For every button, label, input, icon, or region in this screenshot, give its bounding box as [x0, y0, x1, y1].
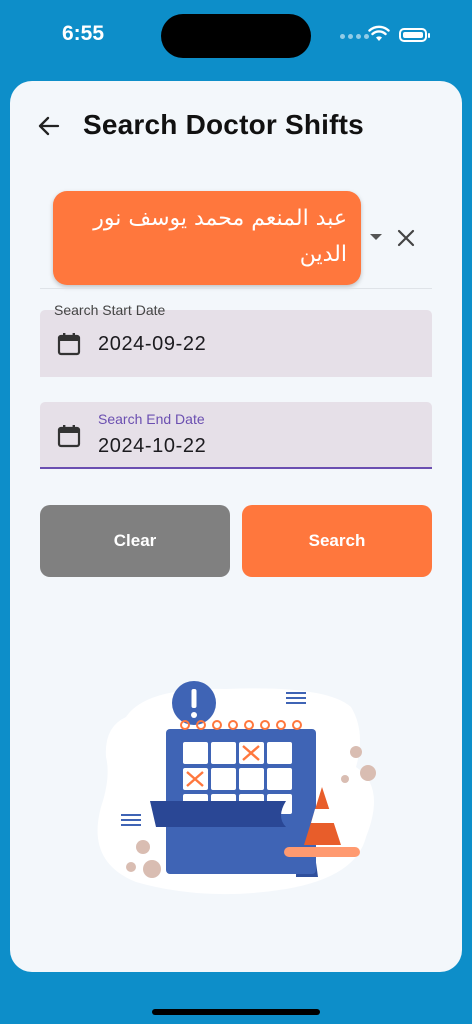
start-date-field[interactable]: Search Start Date 2024-09-22: [40, 302, 432, 377]
arrow-left-icon[interactable]: [36, 113, 62, 139]
close-icon[interactable]: [395, 227, 417, 249]
end-date-field[interactable]: Search End Date 2024-10-22: [40, 402, 432, 469]
page-title: Search Doctor Shifts: [83, 109, 364, 140]
wifi-icon: [368, 25, 390, 41]
status-bar: 6:55: [0, 0, 472, 72]
divider: [40, 288, 432, 289]
end-date-value: 2024-10-22: [98, 435, 207, 457]
search-button[interactable]: Search: [242, 505, 432, 577]
status-time: 6:55: [62, 22, 105, 45]
calendar-alert-illustration: [97, 681, 376, 895]
dynamic-island: [161, 14, 311, 58]
start-date-label: Search Start Date: [54, 302, 166, 318]
home-indicator[interactable]: [152, 1009, 320, 1015]
calendar-icon: [57, 333, 81, 356]
dropdown-arrow-icon[interactable]: [370, 234, 382, 240]
cellular-signal-icon: [340, 34, 369, 39]
start-date-value: 2024-09-22: [98, 333, 207, 355]
battery-icon: [399, 28, 430, 42]
calendar-icon: [57, 425, 81, 448]
main-card: Search Doctor Shifts عبد المنعم محمد يوس…: [10, 81, 462, 972]
doctor-select[interactable]: عبد المنعم محمد يوسف نور الدين: [53, 191, 361, 285]
end-date-label: Search End Date: [98, 411, 205, 427]
clear-button[interactable]: Clear: [40, 505, 230, 577]
